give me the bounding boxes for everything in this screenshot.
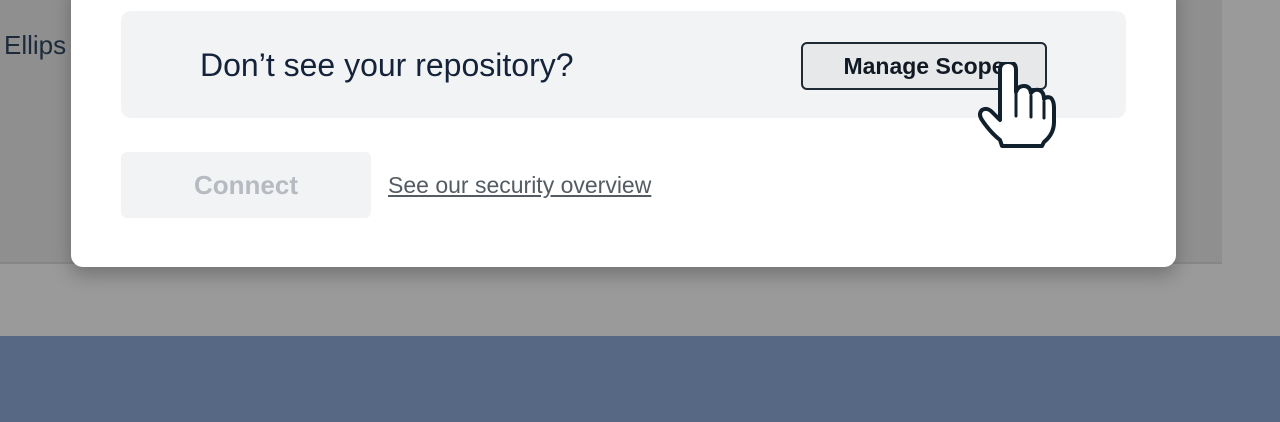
page-footer-band bbox=[0, 336, 1280, 422]
manage-scope-panel: Don’t see your repository? Manage Scope bbox=[121, 11, 1126, 118]
background-partial-text: Ellips bbox=[4, 30, 67, 60]
connect-button[interactable]: Connect bbox=[121, 152, 371, 218]
connect-repository-modal: Don’t see your repository? Manage Scope … bbox=[71, 0, 1176, 267]
security-overview-link[interactable]: See our security overview bbox=[388, 172, 651, 199]
manage-scope-button[interactable]: Manage Scope bbox=[801, 42, 1047, 90]
scope-question-text: Don’t see your repository? bbox=[200, 47, 574, 83]
